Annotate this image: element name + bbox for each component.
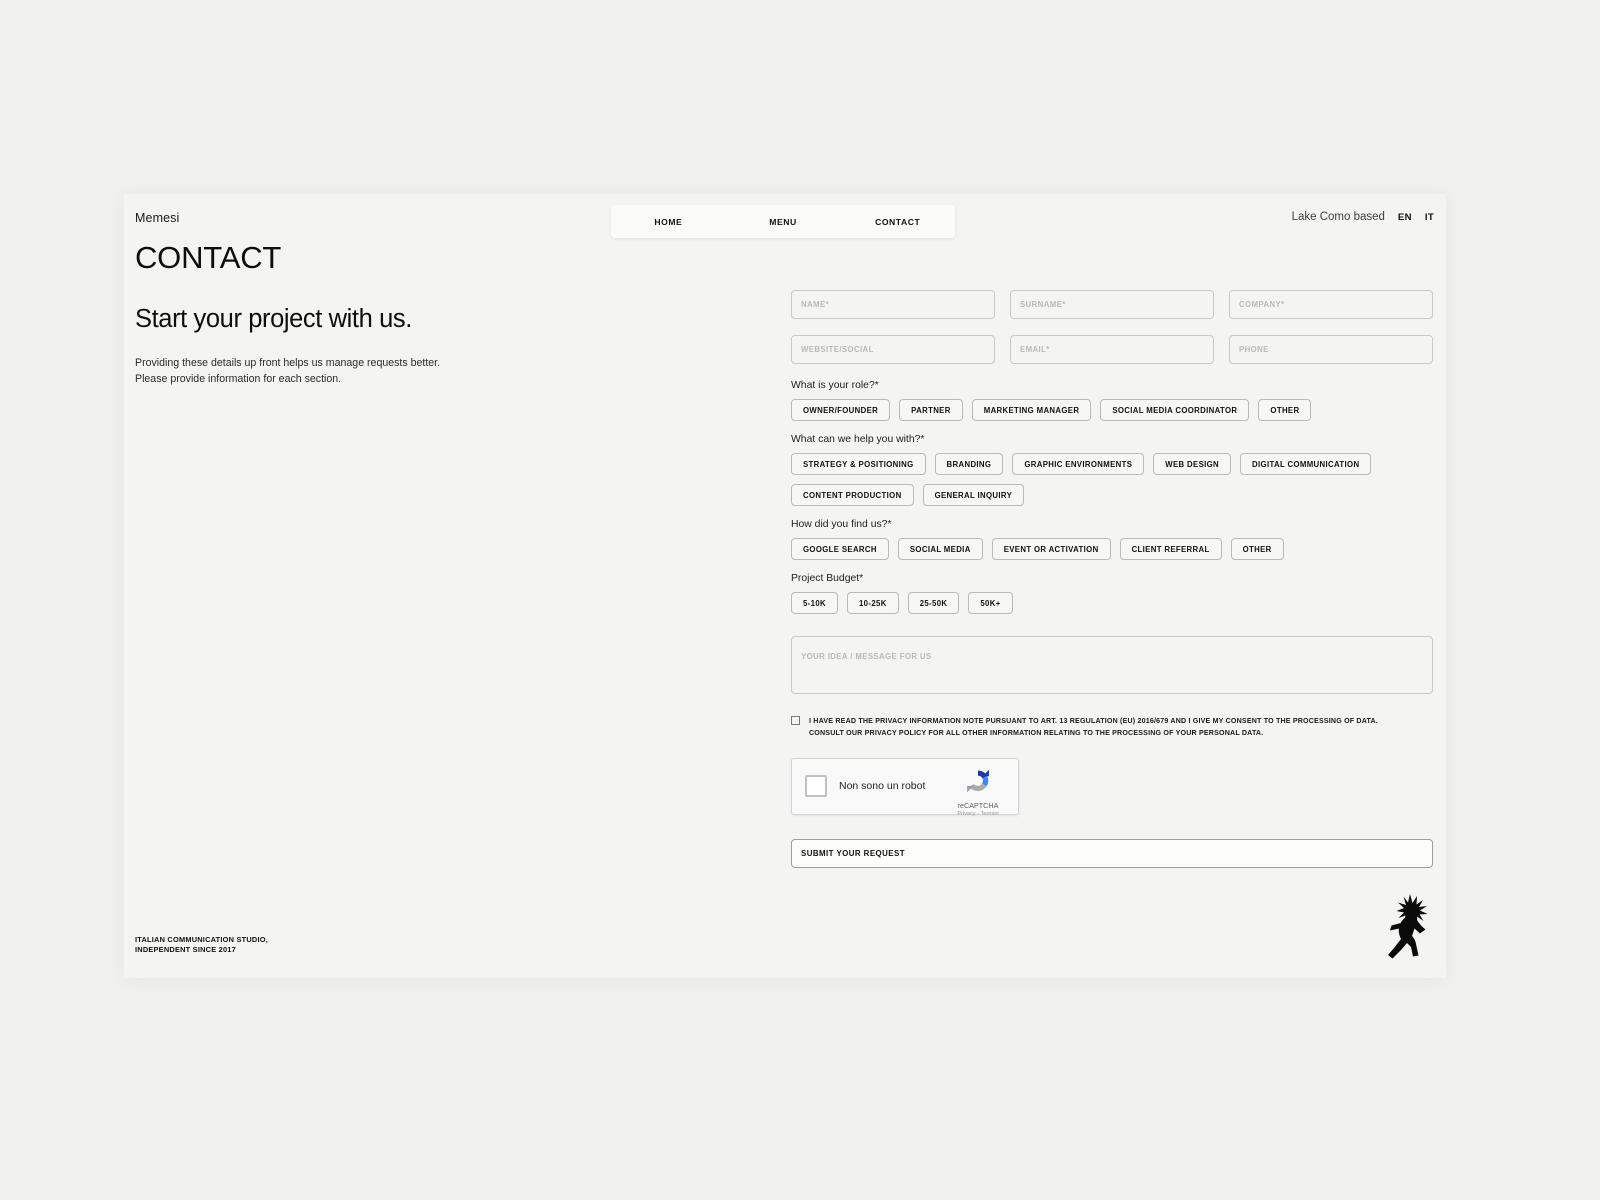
role-option-social-media-coordinator[interactable]: SOCIAL MEDIA COORDINATOR: [1100, 399, 1250, 421]
help-group-label: What can we help you with?*: [791, 434, 925, 445]
lang-switch-en[interactable]: EN: [1398, 212, 1412, 223]
name-field[interactable]: NAME*: [791, 290, 995, 319]
budget-option-5-10k[interactable]: 5-10K: [791, 592, 838, 614]
message-textarea-placeholder: YOUR IDEA / MESSAGE FOR US: [801, 652, 932, 661]
email-field[interactable]: EMAIL*: [1010, 335, 1214, 364]
header-meta: Lake Como based EN IT: [1292, 211, 1434, 223]
privacy-consent-text: I HAVE READ THE PRIVACY INFORMATION NOTE…: [809, 715, 1378, 740]
page-title: CONTACT: [135, 240, 282, 275]
role-options: OWNER/FOUNDER PARTNER MARKETING MANAGER …: [791, 399, 1433, 421]
nav-item-menu[interactable]: MENU: [726, 217, 841, 227]
phone-field[interactable]: PHONE: [1229, 335, 1433, 364]
hero-column: CONTACT Start your project with us. Prov…: [135, 242, 605, 388]
hero-subtext: Providing these details up front helps u…: [135, 355, 605, 388]
recaptcha-brand-links[interactable]: Privacy - Termini: [947, 811, 1009, 817]
budget-option-25-50k[interactable]: 25-50K: [907, 592, 960, 614]
help-option-general-inquiry[interactable]: GENERAL INQUIRY: [922, 484, 1025, 506]
source-options: GOOGLE SEARCH SOCIAL MEDIA EVENT OR ACTI…: [791, 538, 1433, 560]
submit-button[interactable]: SUBMIT YOUR REQUEST: [791, 838, 1433, 868]
recaptcha-branding: reCAPTCHA Privacy - Termini: [947, 767, 1009, 817]
running-man-icon: [1388, 894, 1428, 959]
source-option-other[interactable]: OTHER: [1230, 538, 1284, 560]
company-field-placeholder: COMPANY*: [1239, 300, 1285, 309]
help-options: STRATEGY & POSITIONING BRANDING GRAPHIC …: [791, 453, 1433, 506]
source-option-client-referral[interactable]: CLIENT REFERRAL: [1119, 538, 1222, 560]
footer-tagline: ITALIAN COMMUNICATION STUDIO, INDEPENDEN…: [135, 935, 268, 956]
help-option-graphic-environments[interactable]: GRAPHIC ENVIRONMENTS: [1012, 453, 1145, 475]
budget-group: Project Budget* 5-10K 10-25K 25-50K 50K+: [791, 573, 1433, 614]
privacy-consent-checkbox[interactable]: [791, 716, 800, 725]
help-option-content-production[interactable]: CONTENT PRODUCTION: [791, 484, 914, 506]
nav-item-contact[interactable]: CONTACT: [840, 217, 955, 227]
help-option-branding[interactable]: BRANDING: [934, 453, 1004, 475]
website-field[interactable]: WEBSITE/SOCIAL: [791, 335, 995, 364]
budget-group-label: Project Budget*: [791, 573, 864, 584]
help-option-digital-communication[interactable]: DIGITAL COMMUNICATION: [1240, 453, 1372, 475]
hero-subtext-line-1: Providing these details up front helps u…: [135, 357, 441, 370]
recaptcha-icon: [967, 769, 989, 793]
recaptcha-checkbox[interactable]: [805, 775, 827, 798]
source-option-google-search[interactable]: GOOGLE SEARCH: [791, 538, 889, 560]
footer-line-2: INDEPENDENT SINCE 2017: [135, 945, 236, 955]
role-option-partner[interactable]: PARTNER: [899, 399, 963, 421]
form-row-contact: WEBSITE/SOCIAL EMAIL* PHONE: [791, 335, 1433, 364]
site-header: Memesi HOME MENU CONTACT Lake Como based…: [124, 194, 1446, 246]
location-label: Lake Como based: [1291, 211, 1385, 223]
privacy-consent-line-1: I HAVE READ THE PRIVACY INFORMATION NOTE…: [809, 717, 1378, 725]
source-option-social-media[interactable]: SOCIAL MEDIA: [897, 538, 983, 560]
role-group-label: What is your role?*: [791, 380, 879, 391]
help-option-strategy-positioning[interactable]: STRATEGY & POSITIONING: [791, 453, 926, 475]
contact-form: NAME* SURNAME* COMPANY* WEBSITE/SOCIAL E…: [791, 290, 1433, 868]
surname-field-placeholder: SURNAME*: [1020, 300, 1066, 309]
submit-button-label: SUBMIT YOUR REQUEST: [801, 848, 905, 858]
source-group-label: How did you find us?*: [791, 519, 892, 530]
role-option-owner-founder[interactable]: OWNER/FOUNDER: [791, 399, 891, 421]
privacy-consent: I HAVE READ THE PRIVACY INFORMATION NOTE…: [791, 715, 1433, 740]
hero-headline: Start your project with us.: [135, 305, 412, 333]
footer-line-1: ITALIAN COMMUNICATION STUDIO,: [135, 934, 268, 944]
email-field-placeholder: EMAIL*: [1020, 345, 1050, 354]
website-field-placeholder: WEBSITE/SOCIAL: [801, 345, 874, 354]
recaptcha-label: Non sono un robot: [839, 780, 926, 793]
recaptcha-widget[interactable]: Non sono un robot reCAPTCHA Privacy - Te…: [791, 757, 1019, 817]
budget-option-10-25k[interactable]: 10-25K: [847, 592, 899, 614]
nav-item-home[interactable]: HOME: [611, 217, 726, 227]
role-group: What is your role?* OWNER/FOUNDER PARTNE…: [791, 380, 1433, 421]
help-option-web-design[interactable]: WEB DESIGN: [1153, 453, 1232, 475]
surname-field[interactable]: SURNAME*: [1010, 290, 1214, 319]
role-option-marketing-manager[interactable]: MARKETING MANAGER: [971, 399, 1092, 421]
name-field-placeholder: NAME*: [801, 300, 829, 309]
privacy-consent-line-2: CONSULT OUR PRIVACY POLICY FOR ALL OTHER…: [809, 729, 1264, 738]
role-option-other[interactable]: OTHER: [1258, 399, 1312, 421]
company-field[interactable]: COMPANY*: [1229, 290, 1433, 319]
hero-subtext-line-2: Please provide information for each sect…: [135, 373, 342, 386]
recaptcha-brand-name: reCAPTCHA: [957, 800, 999, 810]
budget-options: 5-10K 10-25K 25-50K 50K+: [791, 592, 1433, 614]
main-nav: HOME MENU CONTACT: [611, 205, 955, 238]
site-canvas: Memesi HOME MENU CONTACT Lake Como based…: [124, 194, 1446, 978]
message-textarea[interactable]: YOUR IDEA / MESSAGE FOR US: [791, 636, 1433, 694]
source-group: How did you find us?* GOOGLE SEARCH SOCI…: [791, 519, 1433, 560]
brand-logo[interactable]: Memesi: [135, 211, 179, 225]
help-group: What can we help you with?* STRATEGY & P…: [791, 434, 1433, 506]
lang-switch-it[interactable]: IT: [1425, 212, 1434, 223]
source-option-event-or-activation[interactable]: EVENT OR ACTIVATION: [991, 538, 1111, 560]
phone-field-placeholder: PHONE: [1239, 345, 1269, 354]
form-row-identity: NAME* SURNAME* COMPANY*: [791, 290, 1433, 319]
budget-option-50k-plus[interactable]: 50K+: [968, 592, 1013, 614]
